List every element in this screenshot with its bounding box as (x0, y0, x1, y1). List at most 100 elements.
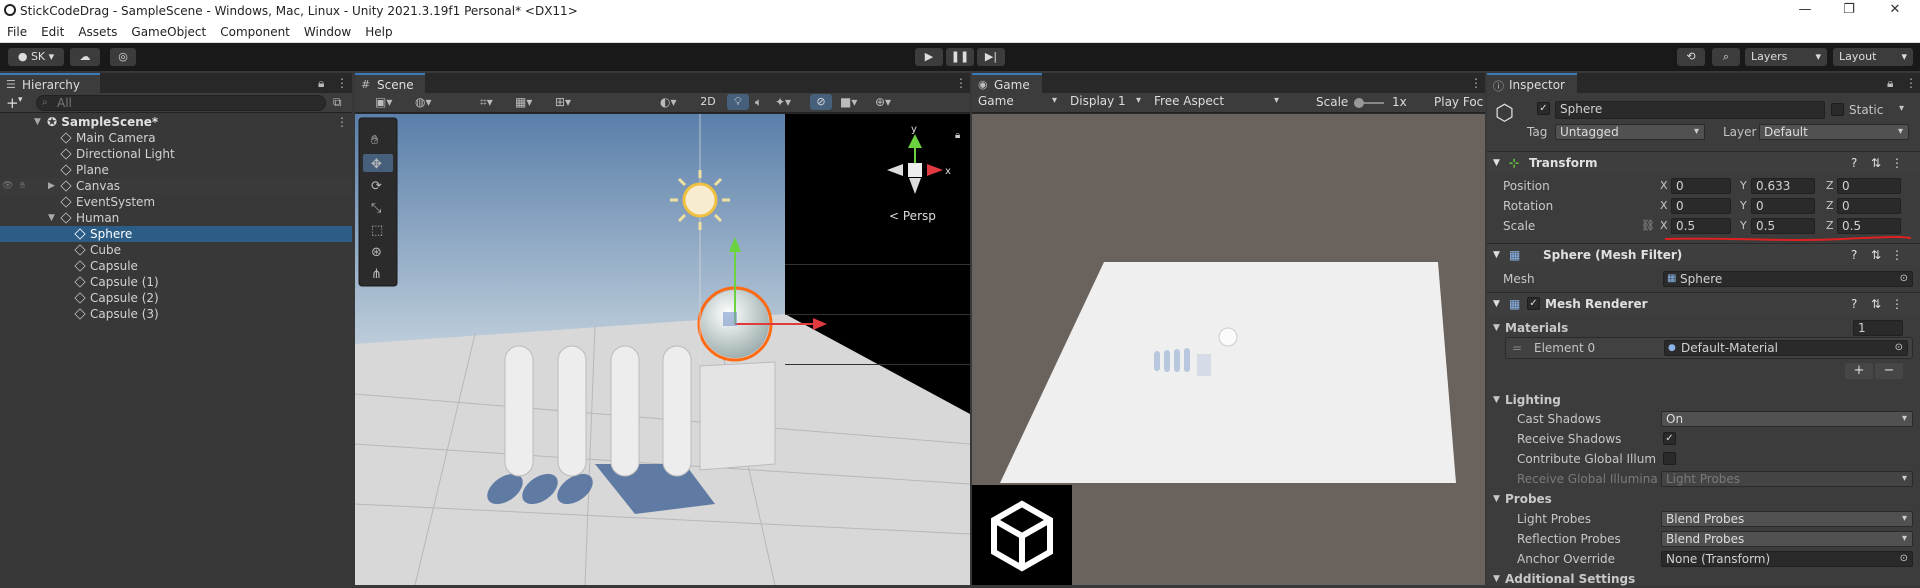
component-menu-icon[interactable]: ⋮ (1891, 293, 1903, 315)
hierarchy-item-directional-light[interactable]: Directional Light (0, 146, 352, 162)
scene-visibility-icon[interactable]: ⧉ (333, 95, 342, 110)
move-snap-icon[interactable]: ⌗▾ (480, 95, 493, 110)
game-viewport[interactable] (972, 114, 1485, 585)
hidden-objects-icon[interactable]: ⊘ (810, 94, 832, 110)
history-icon[interactable]: ⟲ (1677, 48, 1705, 66)
position-y-field[interactable]: 0.633 (1751, 178, 1815, 194)
hierarchy-item-plane[interactable]: Plane (0, 162, 352, 178)
tab-inspector[interactable]: ⓘ Inspector (1487, 73, 1577, 93)
rotation-x-field[interactable]: 0 (1671, 198, 1731, 214)
help-icon[interactable]: ? (1851, 152, 1857, 174)
pickable-hand-icon[interactable]: ✋︎ (20, 178, 25, 194)
move-gizmo-plane[interactable] (723, 312, 737, 326)
hierarchy-item-capsule[interactable]: Capsule (0, 258, 352, 274)
materials-row[interactable]: ▼ Materials 1 (1487, 319, 1920, 337)
object-picker-icon[interactable]: ⊙ (1895, 341, 1903, 355)
aspect-dropdown[interactable]: Free Aspect (1150, 94, 1284, 110)
lock-icon[interactable]: 🔒︎ (318, 76, 324, 91)
scene-viewport[interactable]: ✋︎ ✥ ⟳ ⤡ ⬚ ⊛ ⋔ y x 🔒︎ < Persp (355, 114, 970, 585)
hierarchy-item-main-camera[interactable]: Main Camera (0, 130, 352, 146)
hand-tool-icon[interactable]: ✋︎ (371, 133, 379, 148)
display-dropdown[interactable]: Display 1 (1066, 94, 1146, 110)
add-material-button[interactable]: + (1845, 363, 1873, 379)
drag-handle-icon[interactable]: = (1512, 341, 1522, 355)
cast-shadows-dropdown[interactable]: On (1661, 411, 1913, 427)
anchor-override-field[interactable]: None (Transform) ⊙ (1661, 551, 1913, 567)
expand-arrow-icon[interactable]: ▶ (48, 178, 55, 194)
lock-icon[interactable]: 🔒︎ (955, 130, 960, 141)
more-icon[interactable]: ⋮ (1905, 76, 1917, 90)
help-icon[interactable]: ? (1851, 293, 1857, 315)
hierarchy-item-capsule-2[interactable]: Capsule (2) (0, 290, 352, 306)
menu-assets[interactable]: Assets (71, 22, 124, 42)
menu-gameobject[interactable]: GameObject (124, 22, 213, 42)
object-name-field[interactable]: Sphere (1555, 101, 1825, 119)
audio-icon[interactable]: 🔈︎ (755, 95, 762, 110)
shading-mode-icon[interactable]: ◐▾ (660, 95, 677, 109)
object-picker-icon[interactable]: ⊙ (1900, 272, 1908, 286)
scale-z-field[interactable]: 0.5 (1837, 218, 1901, 234)
custom-tool-icon[interactable]: ⋔ (371, 267, 382, 282)
mesh-filter-header[interactable]: ▼ ▦ Sphere (Mesh Filter) ? ⇅ ⋮ (1487, 243, 1920, 265)
remove-material-button[interactable]: − (1875, 363, 1903, 379)
receive-shadows-checkbox[interactable]: ✓ (1663, 432, 1676, 445)
active-checkbox[interactable]: ✓ (1537, 102, 1550, 115)
expand-arrow-icon[interactable]: ▼ (34, 114, 41, 130)
add-button[interactable]: + (6, 94, 19, 112)
mesh-field[interactable]: ▦ Sphere ⊙ (1663, 271, 1913, 287)
minimize-button[interactable]: — (1790, 2, 1820, 20)
material-field[interactable]: ● Default-Material ⊙ (1664, 340, 1908, 356)
contribute-gi-checkbox[interactable] (1663, 452, 1676, 465)
preset-icon[interactable]: ⇅ (1871, 152, 1881, 174)
more-icon[interactable]: ⋮ (336, 76, 348, 90)
layers-dropdown[interactable]: Layers ▾ (1745, 48, 1827, 66)
game-view-dropdown[interactable]: Game (974, 94, 1062, 110)
hierarchy-item-cube[interactable]: Cube (0, 242, 352, 258)
hierarchy-scene-row[interactable]: ▼ ✪ SampleScene* ⋮ (0, 114, 352, 130)
scale-slider[interactable] (1354, 98, 1384, 108)
tab-scene[interactable]: # Scene (355, 73, 425, 93)
hierarchy-item-human[interactable]: ▼ Human (0, 210, 352, 226)
expand-arrow-icon[interactable]: ▼ (48, 210, 55, 226)
menu-window[interactable]: Window (297, 22, 358, 42)
scale-tool-icon[interactable]: ⤡ (371, 201, 382, 216)
rect-tool-icon[interactable]: ⬚ (371, 223, 383, 238)
grid-snap-icon[interactable]: ▦▾ (515, 95, 532, 109)
rotation-y-field[interactable]: 0 (1751, 198, 1815, 214)
layer-dropdown[interactable]: Default (1759, 124, 1909, 140)
effects-icon[interactable]: ✦▾ (775, 95, 791, 109)
tab-game[interactable]: ◉ Game (972, 73, 1042, 93)
preset-icon[interactable]: ⇅ (1871, 244, 1881, 266)
additional-settings-foldout[interactable]: ▼ Additional Settings (1487, 570, 1920, 588)
menu-edit[interactable]: Edit (34, 22, 71, 42)
hierarchy-search-input[interactable]: ⌕ All (36, 95, 326, 111)
search-icon[interactable]: ⌕ (1712, 48, 1740, 66)
2d-toggle-button[interactable]: 2D (695, 94, 721, 110)
globe-icon[interactable]: ◍▾ (415, 95, 432, 109)
lighting-foldout[interactable]: ▼ Lighting (1487, 391, 1920, 409)
step-button[interactable]: ▶| (977, 48, 1005, 66)
visibility-eye-icon[interactable]: 👁︎ (2, 178, 13, 194)
menu-file[interactable]: File (0, 22, 34, 42)
scale-x-field[interactable]: 0.5 (1671, 218, 1731, 234)
static-dropdown-icon[interactable]: ▾ (1899, 103, 1904, 114)
hierarchy-item-capsule-3[interactable]: Capsule (3) (0, 306, 352, 322)
menu-component[interactable]: Component (213, 22, 297, 42)
transform-header[interactable]: ▼ ⊹ Transform ? ⇅ ⋮ (1487, 151, 1920, 173)
collab-icon[interactable]: ◎ (110, 48, 136, 66)
move-tool-icon[interactable]: ✥ (371, 157, 382, 172)
lighting-icon[interactable]: 💡︎ (727, 94, 749, 110)
materials-count-field[interactable]: 1 (1853, 320, 1903, 336)
rotate-tool-icon[interactable]: ⟳ (371, 179, 382, 194)
tag-dropdown[interactable]: Untagged (1555, 124, 1705, 140)
light-probes-dropdown[interactable]: Blend Probes (1661, 511, 1913, 527)
help-icon[interactable]: ? (1851, 244, 1857, 266)
perspective-label[interactable]: < Persp (889, 209, 936, 223)
account-dropdown[interactable]: ● SK ▾ (8, 48, 64, 66)
menu-help[interactable]: Help (358, 22, 399, 42)
draw-mode-icon[interactable]: ▣▾ (375, 95, 392, 109)
play-focused-dropdown[interactable]: Play Foc (1434, 95, 1483, 109)
pause-button[interactable]: ❚❚ (946, 48, 974, 66)
object-picker-icon[interactable]: ⊙ (1900, 552, 1908, 566)
hierarchy-item-sphere[interactable]: Sphere (0, 226, 352, 242)
